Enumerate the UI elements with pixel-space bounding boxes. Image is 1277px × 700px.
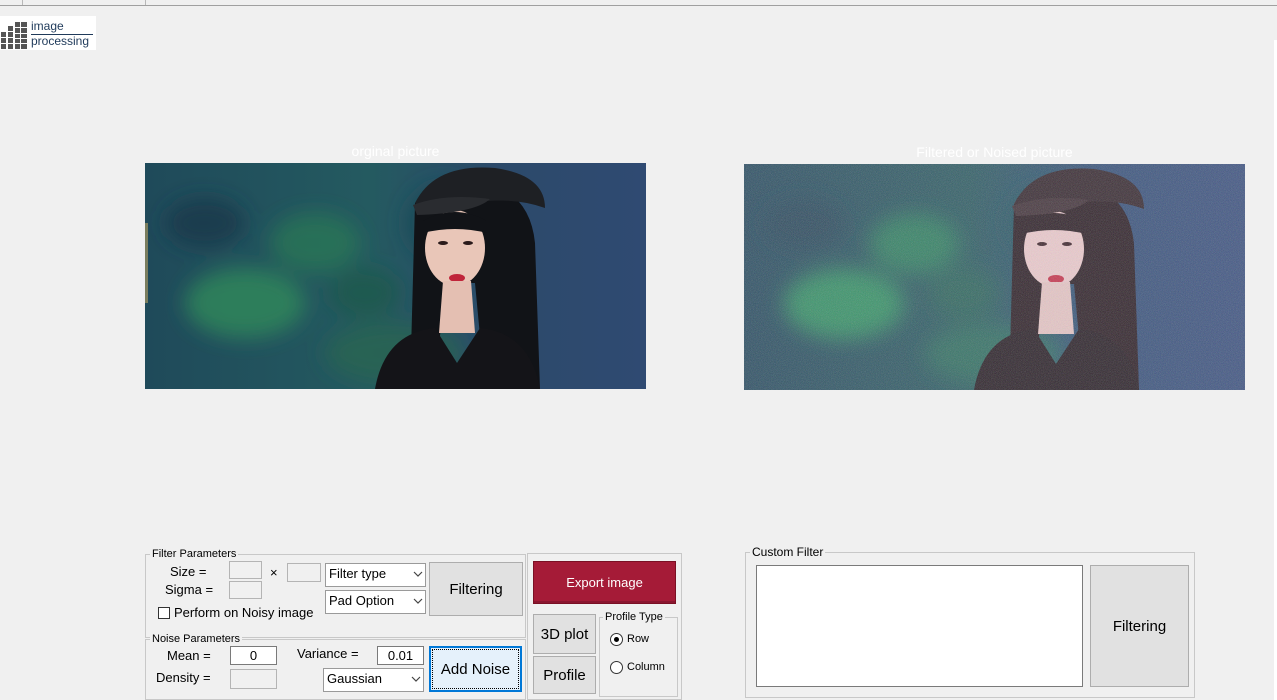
export-image-button[interactable]: Export image (533, 561, 676, 604)
noise-parameters-legend: Noise Parameters (150, 633, 243, 645)
perform-on-noisy-checkbox[interactable] (158, 607, 170, 619)
sigma-input[interactable] (229, 581, 262, 599)
filtered-picture-title: Filtered or Noised picture (916, 144, 1073, 160)
profile-button[interactable]: Profile (533, 656, 596, 694)
size-times-sign: × (270, 565, 278, 580)
profile-type-legend: Profile Type (603, 611, 665, 623)
variance-label: Variance = (297, 646, 359, 661)
custom-filter-legend: Custom Filter (750, 545, 826, 559)
noise-type-value: Gaussian (327, 671, 382, 686)
logo-grid-icon (1, 22, 27, 49)
toolbar-divider (22, 0, 23, 5)
size-cols-input[interactable] (287, 563, 321, 582)
noise-type-select[interactable]: Gaussian (323, 668, 424, 692)
filter-parameters-legend: Filter Parameters (150, 548, 239, 560)
profile-column-label: Column (627, 661, 665, 673)
chevron-down-icon (411, 676, 421, 682)
mean-label: Mean = (167, 648, 211, 663)
perform-on-noisy-label: Perform on Noisy image (174, 605, 314, 620)
size-rows-input[interactable] (229, 561, 262, 579)
filtered-picture (744, 164, 1245, 390)
toolbar-divider (145, 0, 146, 5)
profile-row-label: Row (627, 633, 650, 645)
original-picture (145, 163, 646, 389)
app-logo: image processing (0, 16, 96, 50)
mean-input[interactable]: 0 (230, 646, 277, 665)
add-noise-button[interactable]: Add Noise (429, 646, 522, 692)
logo-text-image: image (31, 19, 64, 33)
custom-filtering-button[interactable]: Filtering (1090, 565, 1189, 687)
chevron-down-icon (413, 598, 423, 604)
pad-option-value: Pad Option (329, 593, 395, 608)
3d-plot-button[interactable]: 3D plot (533, 614, 596, 654)
variance-input[interactable]: 0.01 (377, 646, 424, 665)
custom-filter-textarea[interactable] (756, 565, 1083, 687)
top-toolbar (0, 0, 1277, 6)
chevron-down-icon (413, 571, 423, 577)
pad-option-select[interactable]: Pad Option (325, 590, 426, 614)
original-picture-title: orginal picture (351, 143, 440, 159)
sigma-label: Sigma = (165, 582, 214, 597)
filter-type-select[interactable]: Filter type (325, 563, 426, 587)
density-label: Density = (156, 670, 211, 685)
size-label: Size = (170, 564, 207, 579)
filtering-button[interactable]: Filtering (429, 562, 523, 616)
logo-text-processing: processing (31, 34, 90, 48)
profile-row-radio[interactable] (610, 633, 623, 646)
profile-column-radio[interactable] (610, 661, 623, 674)
radio-selected-dot (614, 637, 619, 642)
density-input[interactable] (230, 669, 277, 689)
filter-type-value: Filter type (329, 566, 387, 581)
profile-type-panel (599, 617, 678, 697)
